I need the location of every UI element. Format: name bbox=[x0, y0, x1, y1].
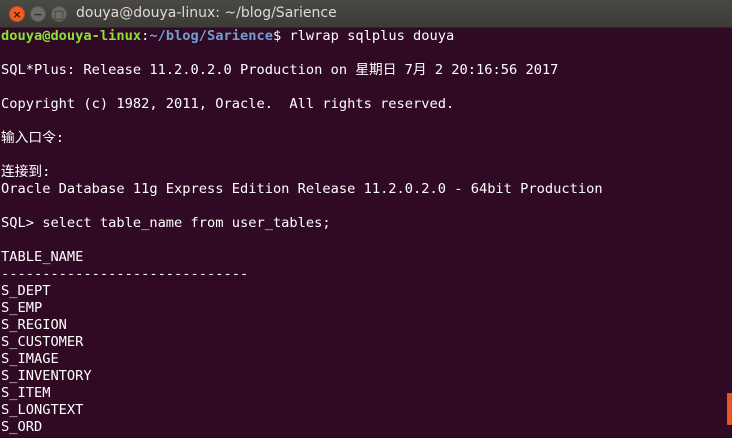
password-prompt: 输入口令: bbox=[1, 130, 64, 146]
release-line: SQL*Plus: Release 11.2.0.2.0 Production … bbox=[1, 62, 559, 78]
terminal-window: × − □ douya@douya-linux: ~/blog/Sarience… bbox=[0, 0, 732, 438]
terminal-output[interactable]: douya@douya-linux:~/blog/Sarience$ rlwra… bbox=[1, 28, 726, 438]
table-row: S_DEPT bbox=[1, 283, 51, 299]
window-title: douya@douya-linux: ~/blog/Sarience bbox=[76, 5, 337, 21]
table-row: S_IMAGE bbox=[1, 351, 59, 367]
command-line: douya@douya-linux:~/blog/Sarience$ rlwra… bbox=[1, 28, 726, 45]
table-row: S_EMP bbox=[1, 300, 43, 316]
prompt-symbol: $ bbox=[272, 28, 290, 44]
copyright-line: Copyright (c) 1982, 2011, Oracle. All ri… bbox=[1, 96, 455, 112]
title-bar[interactable]: × − □ douya@douya-linux: ~/blog/Sarience bbox=[0, 0, 732, 28]
close-icon[interactable]: × bbox=[9, 6, 25, 22]
table-row: S_REGION bbox=[1, 317, 67, 333]
table-row: S_ITEM bbox=[1, 385, 51, 401]
column-header: TABLE_NAME bbox=[1, 249, 84, 265]
minimize-icon[interactable]: − bbox=[30, 6, 46, 22]
sql-query-line: SQL> select table_name from user_tables; bbox=[1, 215, 331, 231]
maximize-icon[interactable]: □ bbox=[51, 6, 67, 22]
scrollbar-thumb[interactable] bbox=[727, 393, 732, 425]
command-text: rlwrap sqlplus douya bbox=[289, 28, 455, 44]
prompt-path: ~/blog/Sarience bbox=[149, 28, 273, 44]
prompt-user-host: douya@douya-linux bbox=[1, 28, 142, 44]
table-row: S_CUSTOMER bbox=[1, 334, 84, 350]
connected-label: 连接到: bbox=[1, 164, 51, 180]
column-rule: ------------------------------ bbox=[1, 266, 249, 282]
table-row: S_ORD bbox=[1, 419, 43, 435]
table-row: S_LONGTEXT bbox=[1, 402, 84, 418]
table-row: S_INVENTORY bbox=[1, 368, 92, 384]
db-version-line: Oracle Database 11g Express Edition Rele… bbox=[1, 181, 603, 197]
